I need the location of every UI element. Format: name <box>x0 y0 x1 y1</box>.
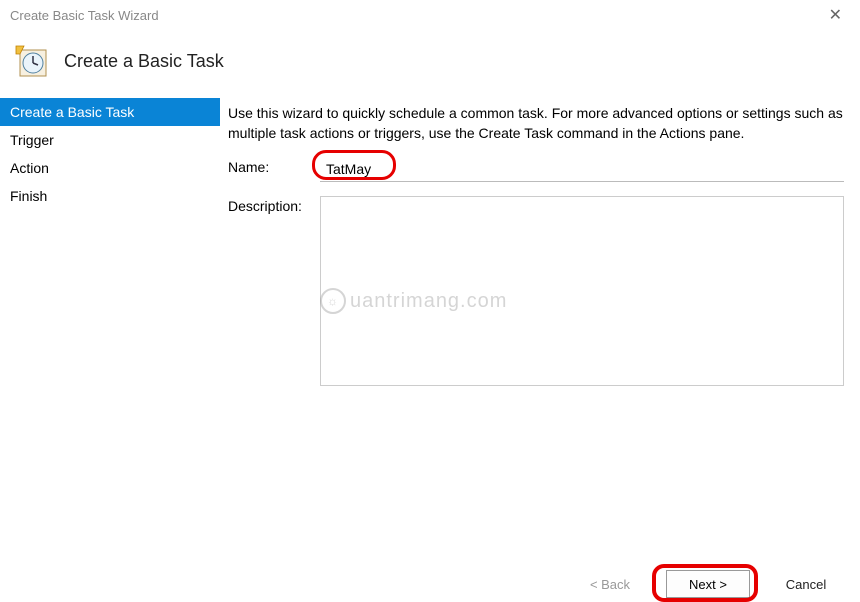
name-input[interactable] <box>320 157 844 182</box>
description-row: Description: <box>228 196 844 386</box>
page-title: Create a Basic Task <box>64 51 224 72</box>
back-button: < Back <box>568 570 652 598</box>
wizard-header: Create a Basic Task <box>0 30 860 98</box>
cancel-button[interactable]: Cancel <box>764 570 848 598</box>
description-label: Description: <box>228 196 320 214</box>
sidebar-item-trigger[interactable]: Trigger <box>0 126 220 154</box>
description-textarea[interactable] <box>320 196 844 386</box>
sidebar-item-action[interactable]: Action <box>0 154 220 182</box>
close-icon[interactable]: ✕ <box>821 5 850 25</box>
wizard-footer: < Back Next > Cancel <box>568 570 848 598</box>
name-label: Name: <box>228 157 320 175</box>
window-title: Create Basic Task Wizard <box>10 8 159 23</box>
next-button[interactable]: Next > <box>666 570 750 598</box>
wizard-body: Create a Basic Task Trigger Action Finis… <box>0 98 860 528</box>
name-row: Name: <box>228 157 844 182</box>
title-bar: Create Basic Task Wizard ✕ <box>0 0 860 30</box>
sidebar-item-create-basic-task[interactable]: Create a Basic Task <box>0 98 220 126</box>
sidebar-item-finish[interactable]: Finish <box>0 182 220 210</box>
wizard-content: Use this wizard to quickly schedule a co… <box>220 98 860 528</box>
task-scheduler-icon <box>14 44 48 78</box>
intro-text: Use this wizard to quickly schedule a co… <box>228 104 844 143</box>
wizard-steps-sidebar: Create a Basic Task Trigger Action Finis… <box>0 98 220 528</box>
